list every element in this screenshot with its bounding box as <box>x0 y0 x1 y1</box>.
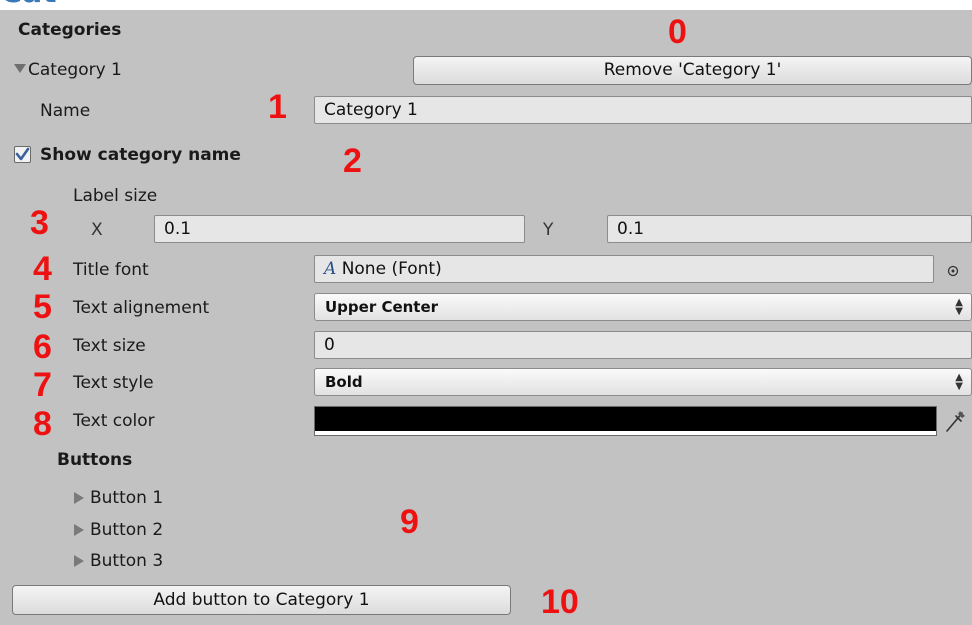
add-button-to-category-button[interactable]: Add button to Category 1 <box>12 585 511 615</box>
annotation-2: 2 <box>343 142 362 180</box>
annotation-4: 4 <box>33 250 52 288</box>
font-asset-icon: A <box>324 259 337 279</box>
text-color-field[interactable] <box>314 406 937 436</box>
annotation-7: 7 <box>33 366 52 404</box>
text-style-value: Bold <box>325 373 363 391</box>
show-category-name-checkbox[interactable] <box>14 146 31 163</box>
text-size-label: Text size <box>73 336 146 356</box>
annotation-1: 1 <box>268 88 287 126</box>
inspector-panel: Categories Category 1 Remove 'Category 1… <box>0 10 972 625</box>
annotation-10: 10 <box>541 583 579 621</box>
categories-header: Categories <box>18 20 122 40</box>
text-alignment-value: Upper Center <box>325 298 439 316</box>
text-alignment-label: Text alignement <box>73 298 210 318</box>
foldout-collapsed-icon[interactable] <box>74 555 84 567</box>
foldout-collapsed-icon[interactable] <box>74 524 84 536</box>
title-font-object-field[interactable]: A None (Font) <box>314 255 934 283</box>
name-input[interactable]: Category 1 <box>314 96 972 124</box>
annotation-5: 5 <box>33 288 52 326</box>
button-1-foldout[interactable]: Button 1 <box>90 486 163 510</box>
title-font-value: None (Font) <box>341 259 442 279</box>
foldout-collapsed-icon[interactable] <box>74 492 84 504</box>
alpha-bar <box>315 431 936 435</box>
text-style-label: Text style <box>73 373 154 393</box>
text-color-label: Text color <box>73 411 155 431</box>
label-size-y-label: Y <box>543 220 554 240</box>
category-foldout-label[interactable]: Category 1 <box>28 58 122 82</box>
annotation-3: 3 <box>30 204 49 242</box>
button-3-foldout[interactable]: Button 3 <box>90 549 163 573</box>
text-size-input[interactable]: 0 <box>314 331 972 359</box>
title-font-label: Title font <box>73 260 149 280</box>
checkmark-icon <box>15 147 30 161</box>
eyedropper-icon[interactable] <box>943 408 967 434</box>
text-style-dropdown[interactable]: Bold ▲ ▼ <box>314 368 972 396</box>
annotation-6: 6 <box>33 328 52 366</box>
name-label: Name <box>40 101 91 121</box>
annotation-9: 9 <box>400 503 419 541</box>
foldout-expanded-icon[interactable] <box>14 64 26 73</box>
remove-category-button[interactable]: Remove 'Category 1' <box>413 56 972 85</box>
label-size-x-input[interactable]: 0.1 <box>154 215 525 243</box>
annotation-0: 0 <box>668 13 687 51</box>
dropdown-arrows-icon: ▲ ▼ <box>955 297 963 317</box>
button-2-foldout[interactable]: Button 2 <box>90 518 163 542</box>
label-size-x-label: X <box>91 220 103 240</box>
label-size-label: Label size <box>73 186 158 206</box>
text-alignment-dropdown[interactable]: Upper Center ▲ ▼ <box>314 293 972 321</box>
label-size-y-input[interactable]: 0.1 <box>607 215 972 243</box>
annotation-8: 8 <box>33 405 52 443</box>
buttons-section-label: Buttons <box>57 450 133 470</box>
show-category-name-label[interactable]: Show category name <box>40 143 241 167</box>
page-heading: Categories <box>0 0 60 8</box>
dropdown-arrows-icon: ▲ ▼ <box>955 372 963 392</box>
object-picker-icon[interactable] <box>947 262 959 277</box>
